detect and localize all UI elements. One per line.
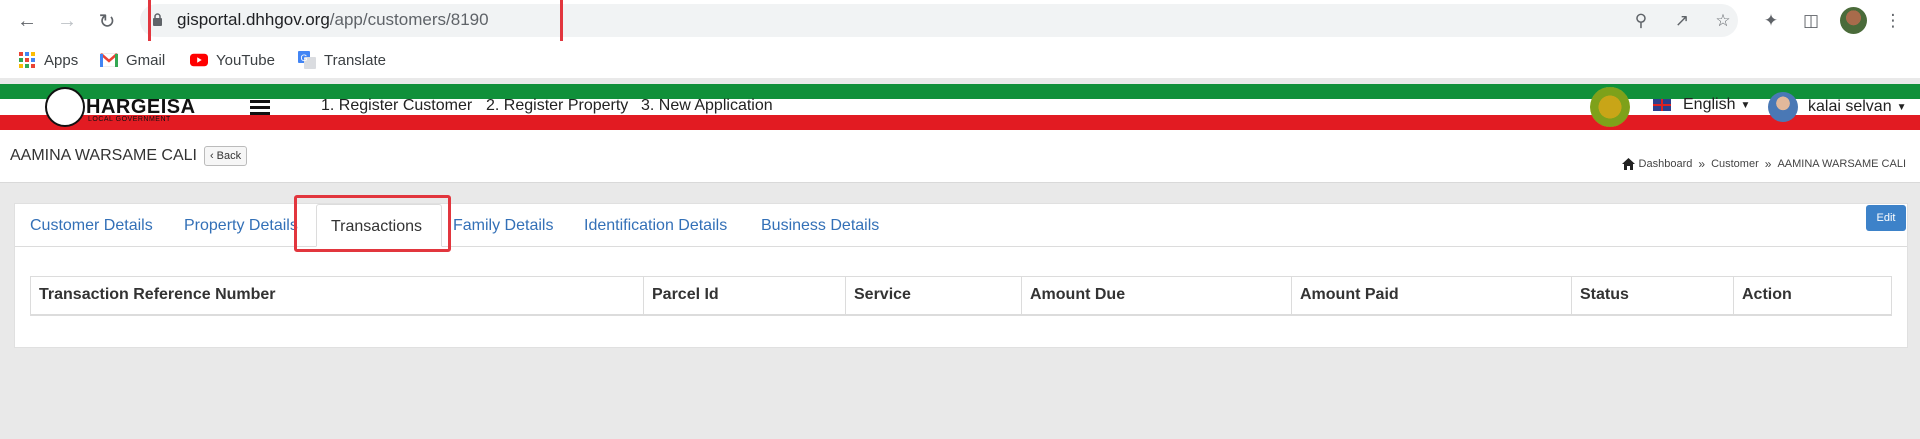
col-transaction-reference[interactable]: Transaction Reference Number xyxy=(30,276,644,316)
caret-down-icon: ▼ xyxy=(1740,99,1751,111)
reload-icon[interactable]: ↻ xyxy=(94,8,120,34)
col-status[interactable]: Status xyxy=(1571,276,1734,316)
menu-register-property[interactable]: 2. Register Property xyxy=(486,97,628,115)
page-title: AAMINA WARSAME CALI xyxy=(10,147,197,164)
user-menu[interactable]: kalai selvan ▼ xyxy=(1768,92,1907,122)
caret-down-icon: ▼ xyxy=(1896,101,1907,113)
side-panel-icon[interactable]: ◫ xyxy=(1800,10,1822,32)
bookmark-youtube[interactable]: YouTube xyxy=(190,51,275,69)
app-header: HARGEISA LOCAL GOVERNMENT 1. Register Cu… xyxy=(0,84,1920,130)
flag-stripe-green xyxy=(0,84,1920,99)
flag-stripe-white xyxy=(0,99,1920,115)
col-service[interactable]: Service xyxy=(845,276,1022,316)
breadcrumb-separator: » xyxy=(1764,157,1772,171)
gmail-icon xyxy=(100,51,118,69)
browser-toolbar: ← → ↻ gisportal.dhhgov.org/app/customers… xyxy=(0,0,1920,46)
col-amount-due[interactable]: Amount Due xyxy=(1021,276,1292,316)
zoom-icon[interactable]: ⚲ xyxy=(1630,10,1652,32)
svg-text:G: G xyxy=(301,53,308,63)
tab-highlight-box xyxy=(294,195,451,252)
share-icon[interactable]: ↗ xyxy=(1671,10,1693,32)
logo-subtitle: LOCAL GOVERNMENT xyxy=(88,116,171,123)
translate-icon: G xyxy=(298,51,316,69)
tab-identification-details[interactable]: Identification Details xyxy=(584,217,727,235)
back-arrow-icon[interactable]: ← xyxy=(14,8,40,34)
extensions-icon[interactable]: ✦ xyxy=(1760,10,1782,32)
bookmark-label: Translate xyxy=(324,51,386,69)
youtube-icon xyxy=(190,51,208,69)
user-name: kalai selvan xyxy=(1808,98,1892,115)
breadcrumb-current: AAMINA WARSAME CALI xyxy=(1777,158,1906,170)
bookmarks-bar: Apps Gmail YouTube G Translate xyxy=(0,41,1920,78)
more-menu-icon[interactable]: ⋮ xyxy=(1882,10,1904,32)
col-action[interactable]: Action xyxy=(1733,276,1892,316)
bookmark-label: Apps xyxy=(44,51,79,69)
tab-family-details[interactable]: Family Details xyxy=(453,217,553,235)
language-label: English xyxy=(1683,96,1736,113)
home-icon xyxy=(1621,158,1635,170)
bookmark-apps[interactable]: Apps xyxy=(18,51,78,69)
uk-flag-icon xyxy=(1653,99,1671,111)
government-emblem xyxy=(1590,87,1630,127)
breadcrumb-customer[interactable]: Customer xyxy=(1711,158,1759,170)
tab-business-details[interactable]: Business Details xyxy=(761,217,879,235)
tab-customer-details[interactable]: Customer Details xyxy=(30,217,153,235)
col-amount-paid[interactable]: Amount Paid xyxy=(1291,276,1572,316)
col-parcel-id[interactable]: Parcel Id xyxy=(643,276,846,316)
apps-grid-icon xyxy=(18,51,36,69)
back-button[interactable]: ‹ Back xyxy=(204,146,248,166)
page-header: AAMINA WARSAME CALI ‹ Back Dashboard » C… xyxy=(0,130,1920,183)
hamburger-menu-icon[interactable] xyxy=(250,100,270,116)
url-highlight-box xyxy=(148,0,563,46)
bookmark-label: Gmail xyxy=(126,51,166,69)
transactions-table: Transaction Reference Number Parcel Id S… xyxy=(30,276,1892,316)
forward-arrow-icon[interactable]: → xyxy=(54,8,80,34)
bookmark-translate[interactable]: G Translate xyxy=(298,51,386,69)
menu-register-customer[interactable]: 1. Register Customer xyxy=(321,97,472,115)
language-selector[interactable]: English ▼ xyxy=(1653,96,1750,114)
logo-mark[interactable] xyxy=(45,87,85,127)
user-avatar xyxy=(1768,92,1798,122)
tab-property-details[interactable]: Property Details xyxy=(184,217,298,235)
profile-avatar[interactable] xyxy=(1840,7,1867,34)
breadcrumb-separator: » xyxy=(1698,157,1706,171)
menu-new-application[interactable]: 3. New Application xyxy=(641,97,773,115)
chevron-left-icon: ‹ xyxy=(210,150,214,162)
breadcrumb: Dashboard » Customer » AAMINA WARSAME CA… xyxy=(1621,157,1906,171)
back-label: Back xyxy=(216,150,242,162)
bookmark-label: YouTube xyxy=(216,51,275,69)
bookmark-gmail[interactable]: Gmail xyxy=(100,51,165,69)
breadcrumb-dashboard[interactable]: Dashboard xyxy=(1639,158,1693,170)
table-header-row: Transaction Reference Number Parcel Id S… xyxy=(30,276,1892,316)
bookmark-star-icon[interactable]: ☆ xyxy=(1712,10,1734,32)
edit-button[interactable]: Edit xyxy=(1866,205,1906,231)
flag-stripe-red xyxy=(0,115,1920,130)
